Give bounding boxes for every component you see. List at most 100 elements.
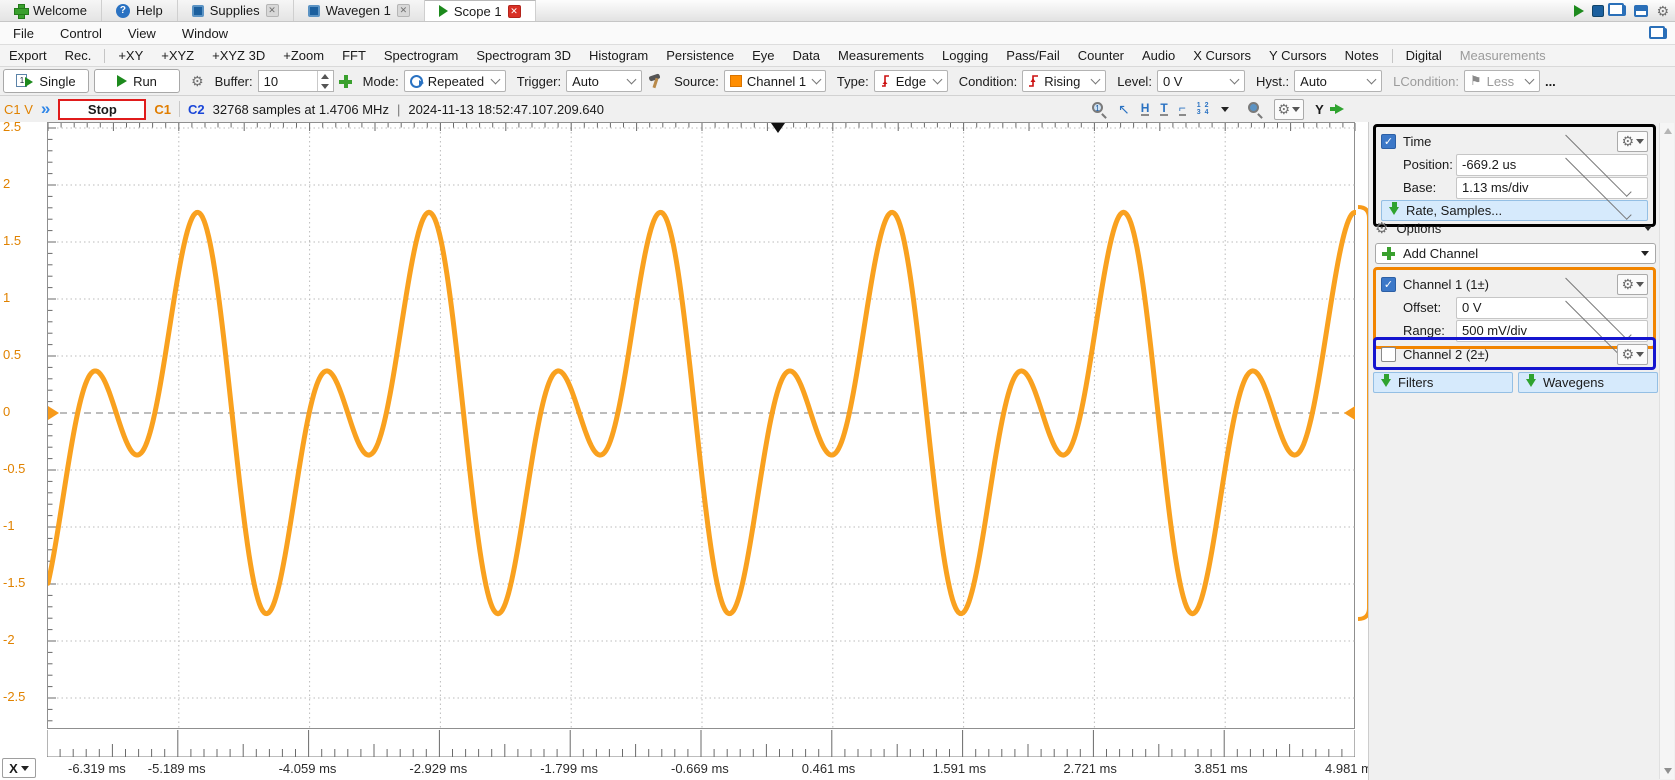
tab-welcome[interactable]: Welcome bbox=[0, 0, 102, 21]
scroll-down-icon[interactable] bbox=[1660, 763, 1675, 779]
stop-button[interactable]: Stop bbox=[58, 99, 146, 120]
quad-view-icon[interactable]: 1 2 3 4 bbox=[1197, 102, 1210, 116]
buffer-spinner[interactable]: 10 bbox=[258, 70, 334, 92]
mode-select[interactable]: Repeated bbox=[404, 70, 506, 92]
level-select[interactable]: 0 V bbox=[1157, 70, 1245, 92]
close-icon[interactable]: ✕ bbox=[266, 4, 279, 17]
trigger-level-marker[interactable] bbox=[1344, 406, 1355, 420]
filters-button[interactable]: Filters bbox=[1373, 372, 1513, 393]
view-tab-logging[interactable]: Logging bbox=[933, 48, 997, 63]
type-select[interactable]: Edge bbox=[874, 70, 948, 92]
trigger-select[interactable]: Auto bbox=[566, 70, 642, 92]
pointer-cursor-icon[interactable]: ↖ bbox=[1118, 103, 1130, 115]
caret-icon bbox=[1644, 226, 1652, 231]
close-icon[interactable]: ✕ bbox=[508, 5, 521, 18]
time-checkbox[interactable]: ✓ bbox=[1381, 134, 1396, 149]
tab-scope-1[interactable]: Scope 1 ✕ bbox=[425, 0, 536, 21]
view-tab--xyz-3d[interactable]: +XYZ 3D bbox=[203, 48, 274, 63]
toolbar-overflow[interactable]: ... bbox=[1545, 74, 1556, 89]
export-button[interactable]: Export bbox=[0, 48, 56, 63]
spin-up-icon[interactable] bbox=[318, 71, 333, 81]
channel1-offset-select[interactable]: 0 V bbox=[1456, 297, 1648, 319]
time-cursor-icon[interactable]: T bbox=[1160, 102, 1167, 116]
stop-all-icon[interactable] bbox=[1592, 5, 1604, 17]
tab-supplies[interactable]: Supplies ✕ bbox=[178, 0, 294, 21]
trigger-setup-icon[interactable] bbox=[647, 74, 663, 89]
trigger-position-marker[interactable] bbox=[771, 123, 785, 133]
green-arrow-icon[interactable] bbox=[1335, 104, 1344, 114]
status-divider: | bbox=[397, 102, 400, 117]
time-settings-button[interactable]: ⚙ bbox=[1617, 131, 1648, 152]
hysteresis-select[interactable]: Auto bbox=[1294, 70, 1382, 92]
view-tab--zoom[interactable]: +Zoom bbox=[274, 48, 333, 63]
channel1-tab[interactable]: C1 bbox=[154, 102, 171, 117]
view-tab-data[interactable]: Data bbox=[784, 48, 829, 63]
view-tab-fft[interactable]: FFT bbox=[333, 48, 375, 63]
x-axis-labels: X -6.319 ms-5.189 ms-4.059 ms-2.929 ms-1… bbox=[0, 757, 1368, 780]
panel-scrollbar[interactable] bbox=[1659, 123, 1674, 779]
menu-view[interactable]: View bbox=[115, 26, 169, 41]
add-acquisition-icon[interactable] bbox=[339, 75, 352, 88]
view-tab--xyz[interactable]: +XYZ bbox=[152, 48, 203, 63]
y-axis-menu-label[interactable]: Y bbox=[1315, 102, 1324, 117]
view-tab-spectrogram-3d[interactable]: Spectrogram 3D bbox=[467, 48, 580, 63]
close-icon[interactable]: ✕ bbox=[397, 4, 410, 17]
scope-plot[interactable] bbox=[47, 122, 1355, 729]
source-select[interactable]: Channel 1 bbox=[724, 70, 826, 92]
gear-icon[interactable]: ⚙ bbox=[1656, 4, 1669, 18]
channel1-offset-marker[interactable] bbox=[48, 406, 59, 420]
view-tab-notes[interactable]: Notes bbox=[1336, 48, 1388, 63]
view-tab-y-cursors[interactable]: Y Cursors bbox=[1260, 48, 1336, 63]
zoom-x1-icon[interactable]: 1 bbox=[1092, 102, 1107, 117]
view-tab-pass-fail[interactable]: Pass/Fail bbox=[997, 48, 1068, 63]
horizontal-cursor-icon[interactable]: H bbox=[1141, 102, 1150, 116]
wavegens-button[interactable]: Wavegens bbox=[1518, 372, 1658, 393]
run-button[interactable]: Run bbox=[94, 69, 180, 93]
single-button[interactable]: 1 Single bbox=[3, 69, 89, 93]
scroll-up-icon[interactable] bbox=[1660, 123, 1675, 139]
more-tools-caret-icon[interactable] bbox=[1221, 107, 1229, 112]
float-window-icon[interactable] bbox=[1653, 28, 1667, 39]
view-tab-spectrogram[interactable]: Spectrogram bbox=[375, 48, 467, 63]
y-axis-tick-label: 0 bbox=[3, 404, 45, 419]
view-tab-histogram[interactable]: Histogram bbox=[580, 48, 657, 63]
view-tab-persistence[interactable]: Persistence bbox=[657, 48, 743, 63]
tab-help[interactable]: ? Help bbox=[102, 0, 178, 21]
time-position-select[interactable]: -669.2 us bbox=[1456, 154, 1648, 176]
cascade-windows-icon[interactable] bbox=[1612, 5, 1626, 16]
menu-window[interactable]: Window bbox=[169, 26, 241, 41]
channel2-checkbox[interactable] bbox=[1381, 347, 1396, 362]
channel1-settings-button[interactable]: ⚙ bbox=[1617, 274, 1648, 295]
run-all-icon[interactable] bbox=[1574, 5, 1584, 17]
vertical-axis-channel-label[interactable]: C1 V bbox=[4, 102, 33, 117]
ruler-icon[interactable]: ⌐ bbox=[1179, 102, 1186, 116]
view-tab-digital[interactable]: Digital bbox=[1397, 48, 1451, 63]
tab-wavegen-1[interactable]: Wavegen 1 ✕ bbox=[294, 0, 425, 21]
view-tab-counter[interactable]: Counter bbox=[1069, 48, 1133, 63]
view-tab-x-cursors[interactable]: X Cursors bbox=[1184, 48, 1260, 63]
caret-icon bbox=[1636, 139, 1644, 144]
app-window-icon bbox=[192, 5, 204, 17]
channel2-tab[interactable]: C2 bbox=[188, 102, 205, 117]
menu-file[interactable]: File bbox=[0, 26, 47, 41]
channel1-checkbox[interactable]: ✓ bbox=[1381, 277, 1396, 292]
plot-settings-button[interactable]: ⚙ bbox=[1274, 99, 1305, 120]
tile-windows-icon[interactable] bbox=[1634, 5, 1648, 17]
condition-select[interactable]: Rising bbox=[1022, 70, 1106, 92]
view-tab--xy[interactable]: +XY bbox=[109, 48, 152, 63]
add-channel-button[interactable]: Add Channel bbox=[1375, 243, 1656, 264]
record-button[interactable]: Rec. bbox=[56, 48, 101, 63]
options-expander[interactable]: ⚙ Options bbox=[1375, 217, 1656, 240]
view-tab-eye[interactable]: Eye bbox=[743, 48, 783, 63]
expand-icon[interactable]: » bbox=[41, 101, 50, 117]
zoom-fit-icon[interactable] bbox=[1248, 102, 1263, 117]
channel2-settings-button[interactable]: ⚙ bbox=[1617, 344, 1648, 365]
buffer-gear-icon[interactable]: ⚙ bbox=[191, 74, 204, 88]
x-axis-menu-button[interactable]: X bbox=[2, 758, 36, 778]
view-tab-measurements[interactable]: Measurements bbox=[829, 48, 933, 63]
view-tab-audio[interactable]: Audio bbox=[1133, 48, 1184, 63]
offset-label: Offset: bbox=[1381, 300, 1456, 315]
menu-control[interactable]: Control bbox=[47, 26, 115, 41]
spin-down-icon[interactable] bbox=[318, 81, 333, 91]
x-axis-tick-label: -2.929 ms bbox=[409, 761, 467, 776]
